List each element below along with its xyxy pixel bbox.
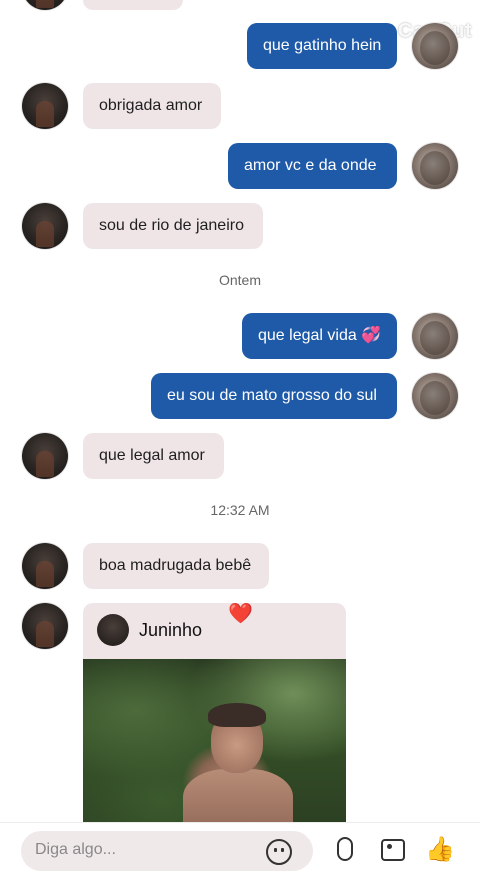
shared-post-card[interactable]: Juninho ❤️ bbox=[83, 603, 346, 822]
message-input[interactable] bbox=[35, 841, 255, 859]
post-author-name[interactable]: Juninho bbox=[139, 620, 202, 641]
timestamp-divider: 12:32 AM bbox=[210, 502, 270, 518]
message-bubble-incoming[interactable] bbox=[83, 0, 183, 10]
message-bubble-outgoing[interactable]: eu sou de mato grosso do sul bbox=[151, 373, 397, 419]
photo-person-body bbox=[183, 769, 293, 822]
shared-post-header[interactable]: Juninho ❤️ bbox=[83, 603, 346, 659]
my-avatar[interactable] bbox=[412, 23, 458, 69]
timestamp-divider: Ontem bbox=[218, 272, 261, 288]
heart-reaction-icon: ❤️ bbox=[228, 603, 253, 625]
message-input-wrapper[interactable] bbox=[21, 831, 313, 871]
message-bubble-outgoing[interactable]: que legal vida 💞 bbox=[242, 313, 397, 359]
my-avatar[interactable] bbox=[412, 313, 458, 359]
my-avatar[interactable] bbox=[412, 373, 458, 419]
message-bubble-outgoing[interactable]: amor vc e da onde bbox=[228, 143, 397, 189]
message-bubble-incoming[interactable]: boa madrugada bebê bbox=[83, 543, 269, 589]
message-bubble-incoming[interactable]: obrigada amor bbox=[83, 83, 221, 129]
contact-avatar[interactable] bbox=[22, 543, 68, 589]
my-avatar[interactable] bbox=[412, 143, 458, 189]
chat-thread[interactable]: CapCut que gatinho hein obrigada amor am… bbox=[0, 0, 480, 822]
message-bubble-incoming[interactable]: sou de rio de janeiro bbox=[83, 203, 263, 249]
message-bubble-outgoing[interactable]: que gatinho hein bbox=[247, 23, 397, 69]
contact-avatar[interactable] bbox=[22, 433, 68, 479]
contact-avatar[interactable] bbox=[22, 603, 68, 649]
message-composer-bar: 👍 bbox=[0, 822, 480, 871]
post-author-avatar[interactable] bbox=[97, 614, 129, 646]
emoji-icon[interactable] bbox=[266, 839, 292, 865]
image-icon[interactable] bbox=[381, 839, 405, 861]
microphone-icon[interactable] bbox=[337, 837, 353, 861]
message-bubble-incoming[interactable]: que legal amor bbox=[83, 433, 224, 479]
photo-person-hair bbox=[208, 703, 266, 727]
contact-avatar[interactable] bbox=[22, 83, 68, 129]
post-photo[interactable] bbox=[83, 659, 346, 822]
thumbs-up-icon[interactable]: 👍 bbox=[425, 835, 455, 864]
contact-avatar[interactable] bbox=[22, 203, 68, 249]
contact-avatar[interactable] bbox=[22, 0, 68, 10]
